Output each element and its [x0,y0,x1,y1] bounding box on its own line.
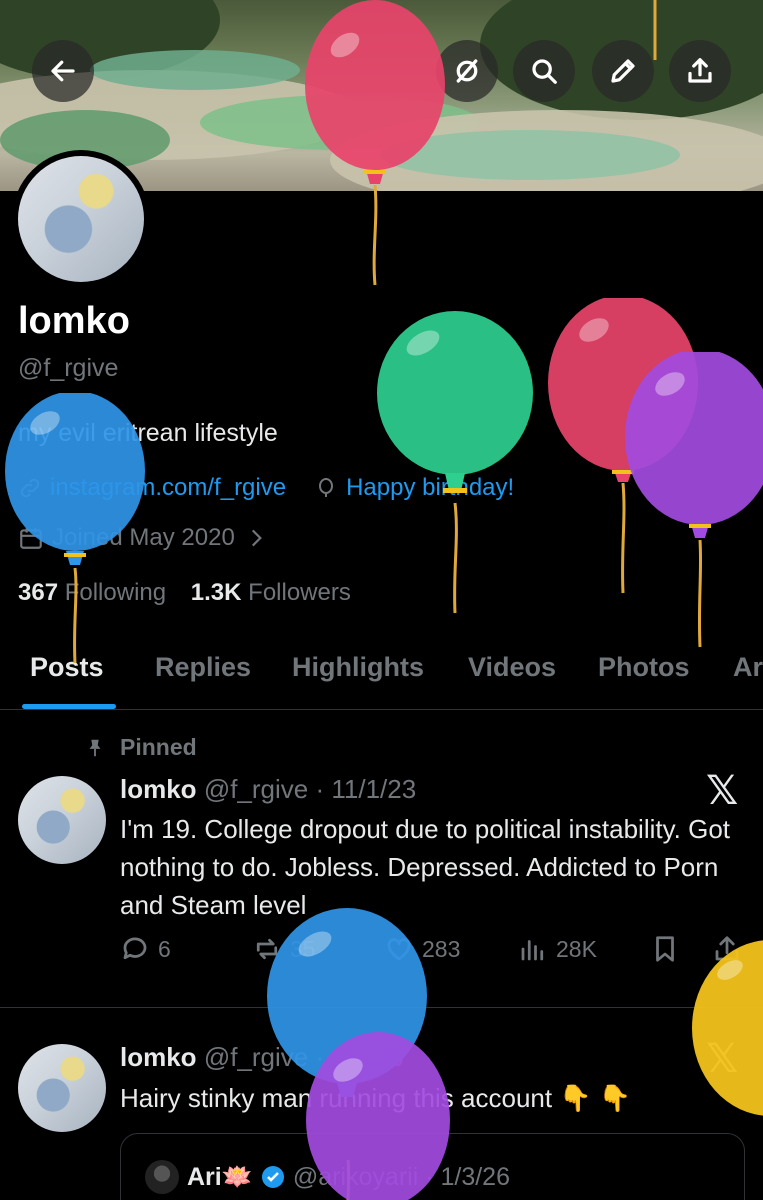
post-header: lomko @f_rgive · 11/1/23 [120,774,416,805]
post-avatar[interactable] [18,776,106,864]
quoted-post[interactable]: Ari🪷 @arikoyarii · 1/3/26 [120,1133,745,1200]
profile-bio: my evil eritrean lifestyle [18,419,278,447]
like-count: 283 [422,935,461,962]
following-link[interactable]: 367 Following [18,579,166,606]
post-header: lomko @f_rgive · 1/3/26 [120,1042,404,1073]
arrow-left-icon [51,60,75,82]
pencil-icon [611,59,635,83]
post-author[interactable]: lomko [120,774,197,804]
quoted-avatar [145,1160,179,1194]
pinned-label: Pinned [84,734,197,761]
balloon-red-right [548,298,698,594]
post-text[interactable]: Hairy stinky man running this account 👇 … [120,1079,740,1117]
repost-count: 35 [290,935,316,962]
back-button[interactable] [32,40,94,102]
balloon-purple-right [625,352,763,648]
post-avatar[interactable] [18,1044,106,1132]
views-button[interactable]: 28K [518,934,597,964]
balloon-icon [319,478,334,497]
profile-joined[interactable]: Joined May 2020 [18,524,269,552]
post-share-button[interactable] [712,934,742,964]
tab-replies[interactable]: Replies [155,652,251,683]
post-meta: @f_rgive · 11/1/23 [203,774,417,804]
share-icon [688,58,712,83]
followers-link[interactable]: 1.3K Followers [191,579,351,606]
reply-button[interactable]: 6 [120,934,171,964]
edit-button[interactable] [592,40,654,102]
profile-tabs: Posts Replies Highlights Videos Photos A… [0,640,763,710]
birthday-link[interactable]: Happy birthday! [314,474,514,502]
views-icon [521,940,544,961]
repost-button[interactable]: 35 [252,934,316,964]
views-count: 28K [556,935,597,962]
birthday-text: Happy birthday! [346,474,515,501]
x-logo-icon: 𝕏 [706,768,739,814]
bookmark-button[interactable] [650,934,680,964]
post-divider [0,1007,763,1008]
verified-badge-icon [261,1166,284,1188]
search-icon [532,59,557,84]
tab-videos[interactable]: Videos [468,652,556,683]
follow-counts: 367 Following 1.3K Followers [18,579,351,607]
grok-button[interactable] [436,40,498,102]
active-tab-indicator [22,704,116,709]
profile-handle: @f_rgive [18,354,119,382]
balloon-green [377,311,533,614]
profile-name: lomko [18,300,130,342]
grok-icon [456,59,478,83]
share-icon [715,936,739,961]
tab-articles[interactable]: Ar [733,652,763,683]
share-button[interactable] [669,40,731,102]
quoted-author: Ari🪷 [187,1162,253,1191]
repost-icon [256,938,278,960]
bookmark-icon [656,936,674,962]
tab-posts[interactable]: Posts [30,652,104,683]
x-logo-icon: 𝕏 [706,1036,739,1082]
heart-icon [387,938,411,961]
like-button[interactable]: 283 [384,934,460,964]
quoted-meta: @arikoyarii · 1/3/26 [292,1162,510,1191]
link-icon [20,478,40,498]
reply-icon [123,937,147,960]
chevron-right-icon [251,529,262,547]
joined-text: Joined May 2020 [52,524,235,551]
reply-count: 6 [158,935,171,962]
post-actions: 6 35 283 28K [120,934,760,974]
post-text[interactable]: I'm 19. College dropout due to political… [120,810,740,924]
profile-link[interactable]: instagram.com/f_rgive [18,474,286,502]
search-button[interactable] [513,40,575,102]
post-meta: @f_rgive · 1/3/26 [203,1042,404,1072]
quoted-post-header: Ari🪷 @arikoyarii · 1/3/26 [145,1160,510,1194]
post-author[interactable]: lomko [120,1042,197,1072]
pin-icon [89,739,101,756]
profile-link-text: instagram.com/f_rgive [50,474,287,501]
calendar-icon [20,528,42,549]
tab-highlights[interactable]: Highlights [292,652,424,683]
profile-meta: instagram.com/f_rgive Happy birthday! [18,474,514,502]
profile-avatar[interactable] [12,150,150,288]
tab-photos[interactable]: Photos [598,652,690,683]
